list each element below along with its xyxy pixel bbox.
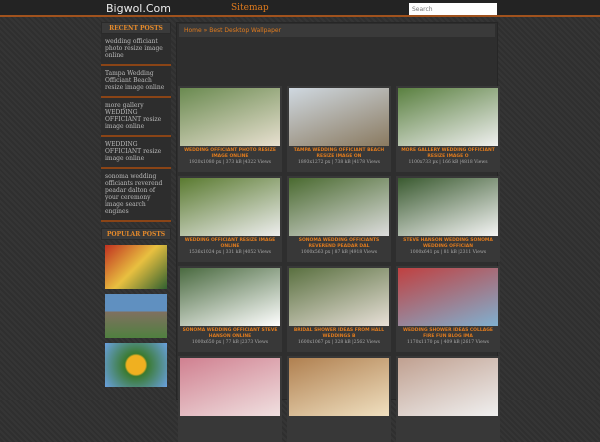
wallpaper-title[interactable]: wedding shower ideas collage fire fun bl… [396,328,500,339]
sidebar: RECENT POSTS wedding officiant photo res… [101,22,171,387]
wallpaper-card[interactable]: sonoma wedding officiant steve hanson on… [178,266,282,352]
wallpaper-title[interactable]: more gallery wedding officiant resize im… [396,148,500,159]
breadcrumb[interactable]: Home » Best Desktop Wallpaper [179,24,495,37]
wallpaper-card[interactable] [287,356,391,442]
wallpaper-meta: 1100x733 px | 166 kB |4818 Views [408,160,488,165]
header: Bigwol.Com Sitemap [0,0,600,17]
wallpaper-card[interactable]: bridal shower ideas from hall weddings b… [287,266,391,352]
wallpaper-card[interactable]: wedding officiant resize image online 153… [178,176,282,262]
wallpaper-title[interactable]: sonoma wedding officiants reverend peada… [287,238,391,249]
wallpaper-meta: 1000x641 px | 81 kB |2311 Views [409,250,487,255]
wallpaper-card[interactable]: sonoma wedding officiants reverend peada… [287,176,391,262]
wallpaper-card[interactable]: wedding officiant photo resize image onl… [178,86,282,172]
wallpaper-card[interactable]: Tampa wedding officiant beach resize ima… [287,86,391,172]
wallpaper-meta: 1920x1080 px | 373 kB |4322 Views [189,160,271,165]
wallpaper-title[interactable]: wedding officiant resize image online [178,238,282,249]
search-input[interactable] [409,3,497,15]
popular-posts-heading: POPULAR POSTS [101,228,171,240]
main-content: Home » Best Desktop Wallpaper wedding of… [176,22,500,442]
wallpaper-thumbnail[interactable] [398,88,498,146]
wallpaper-meta: 1170x1170 px | 409 kB |2617 Views [407,340,489,345]
recent-post-link[interactable]: Tampa Wedding Officiant Beach resize ima… [101,66,171,98]
popular-post-image[interactable] [105,245,167,289]
site-logo[interactable]: Bigwol.Com [106,2,171,15]
recent-post-link[interactable]: wedding officiant photo resize image onl… [101,34,171,66]
recent-post-link[interactable]: sonoma wedding officiants reverend peada… [101,169,171,222]
wallpaper-card[interactable] [178,356,282,442]
wallpaper-meta: 1600x1067 px | 328 kB |2562 Views [298,340,380,345]
wallpaper-thumbnail[interactable] [398,178,498,236]
wallpaper-title[interactable]: Tampa wedding officiant beach resize ima… [287,148,391,159]
wallpaper-meta: 1893x1272 px | 738 kB |4178 Views [298,160,380,165]
wallpaper-thumbnail[interactable] [398,268,498,326]
wallpaper-card[interactable]: more gallery wedding officiant resize im… [396,86,500,172]
recent-post-link[interactable]: WEDDING OFFICIANT resize image online [101,137,171,169]
popular-post-image[interactable] [105,294,167,338]
wallpaper-meta: 1000x563 px | 87 kB |4918 Views [300,250,378,255]
wallpaper-meta: 1536x1024 px | 331 kB |4052 Views [189,250,271,255]
wallpaper-thumbnail[interactable] [289,88,389,146]
wallpaper-title[interactable]: steve hanson wedding sonoma wedding offi… [396,238,500,249]
wallpaper-title[interactable]: bridal shower ideas from hall weddings b [287,328,391,339]
wallpaper-card[interactable]: steve hanson wedding sonoma wedding offi… [396,176,500,262]
wallpaper-thumbnail[interactable] [289,358,389,416]
wallpaper-thumbnail[interactable] [180,358,280,416]
wallpaper-thumbnail[interactable] [289,268,389,326]
wallpaper-title[interactable]: sonoma wedding officiant steve hanson on… [178,328,282,339]
wallpaper-thumbnail[interactable] [289,178,389,236]
recent-post-link[interactable]: more gallery WEDDING OFFICIANT resize im… [101,98,171,137]
sitemap-link[interactable]: Sitemap [231,3,269,13]
wallpaper-thumbnail[interactable] [180,178,280,236]
wallpaper-thumbnail[interactable] [180,268,280,326]
wallpaper-meta: 1000x650 px | 77 kB |2373 Views [191,340,269,345]
wallpaper-thumbnail[interactable] [180,88,280,146]
recent-posts-heading: RECENT POSTS [101,22,171,34]
wallpaper-title[interactable]: wedding officiant photo resize image onl… [178,148,282,159]
wallpaper-card[interactable]: wedding shower ideas collage fire fun bl… [396,266,500,352]
wallpaper-card[interactable] [396,356,500,442]
popular-post-image[interactable] [105,343,167,387]
wallpaper-thumbnail[interactable] [398,358,498,416]
